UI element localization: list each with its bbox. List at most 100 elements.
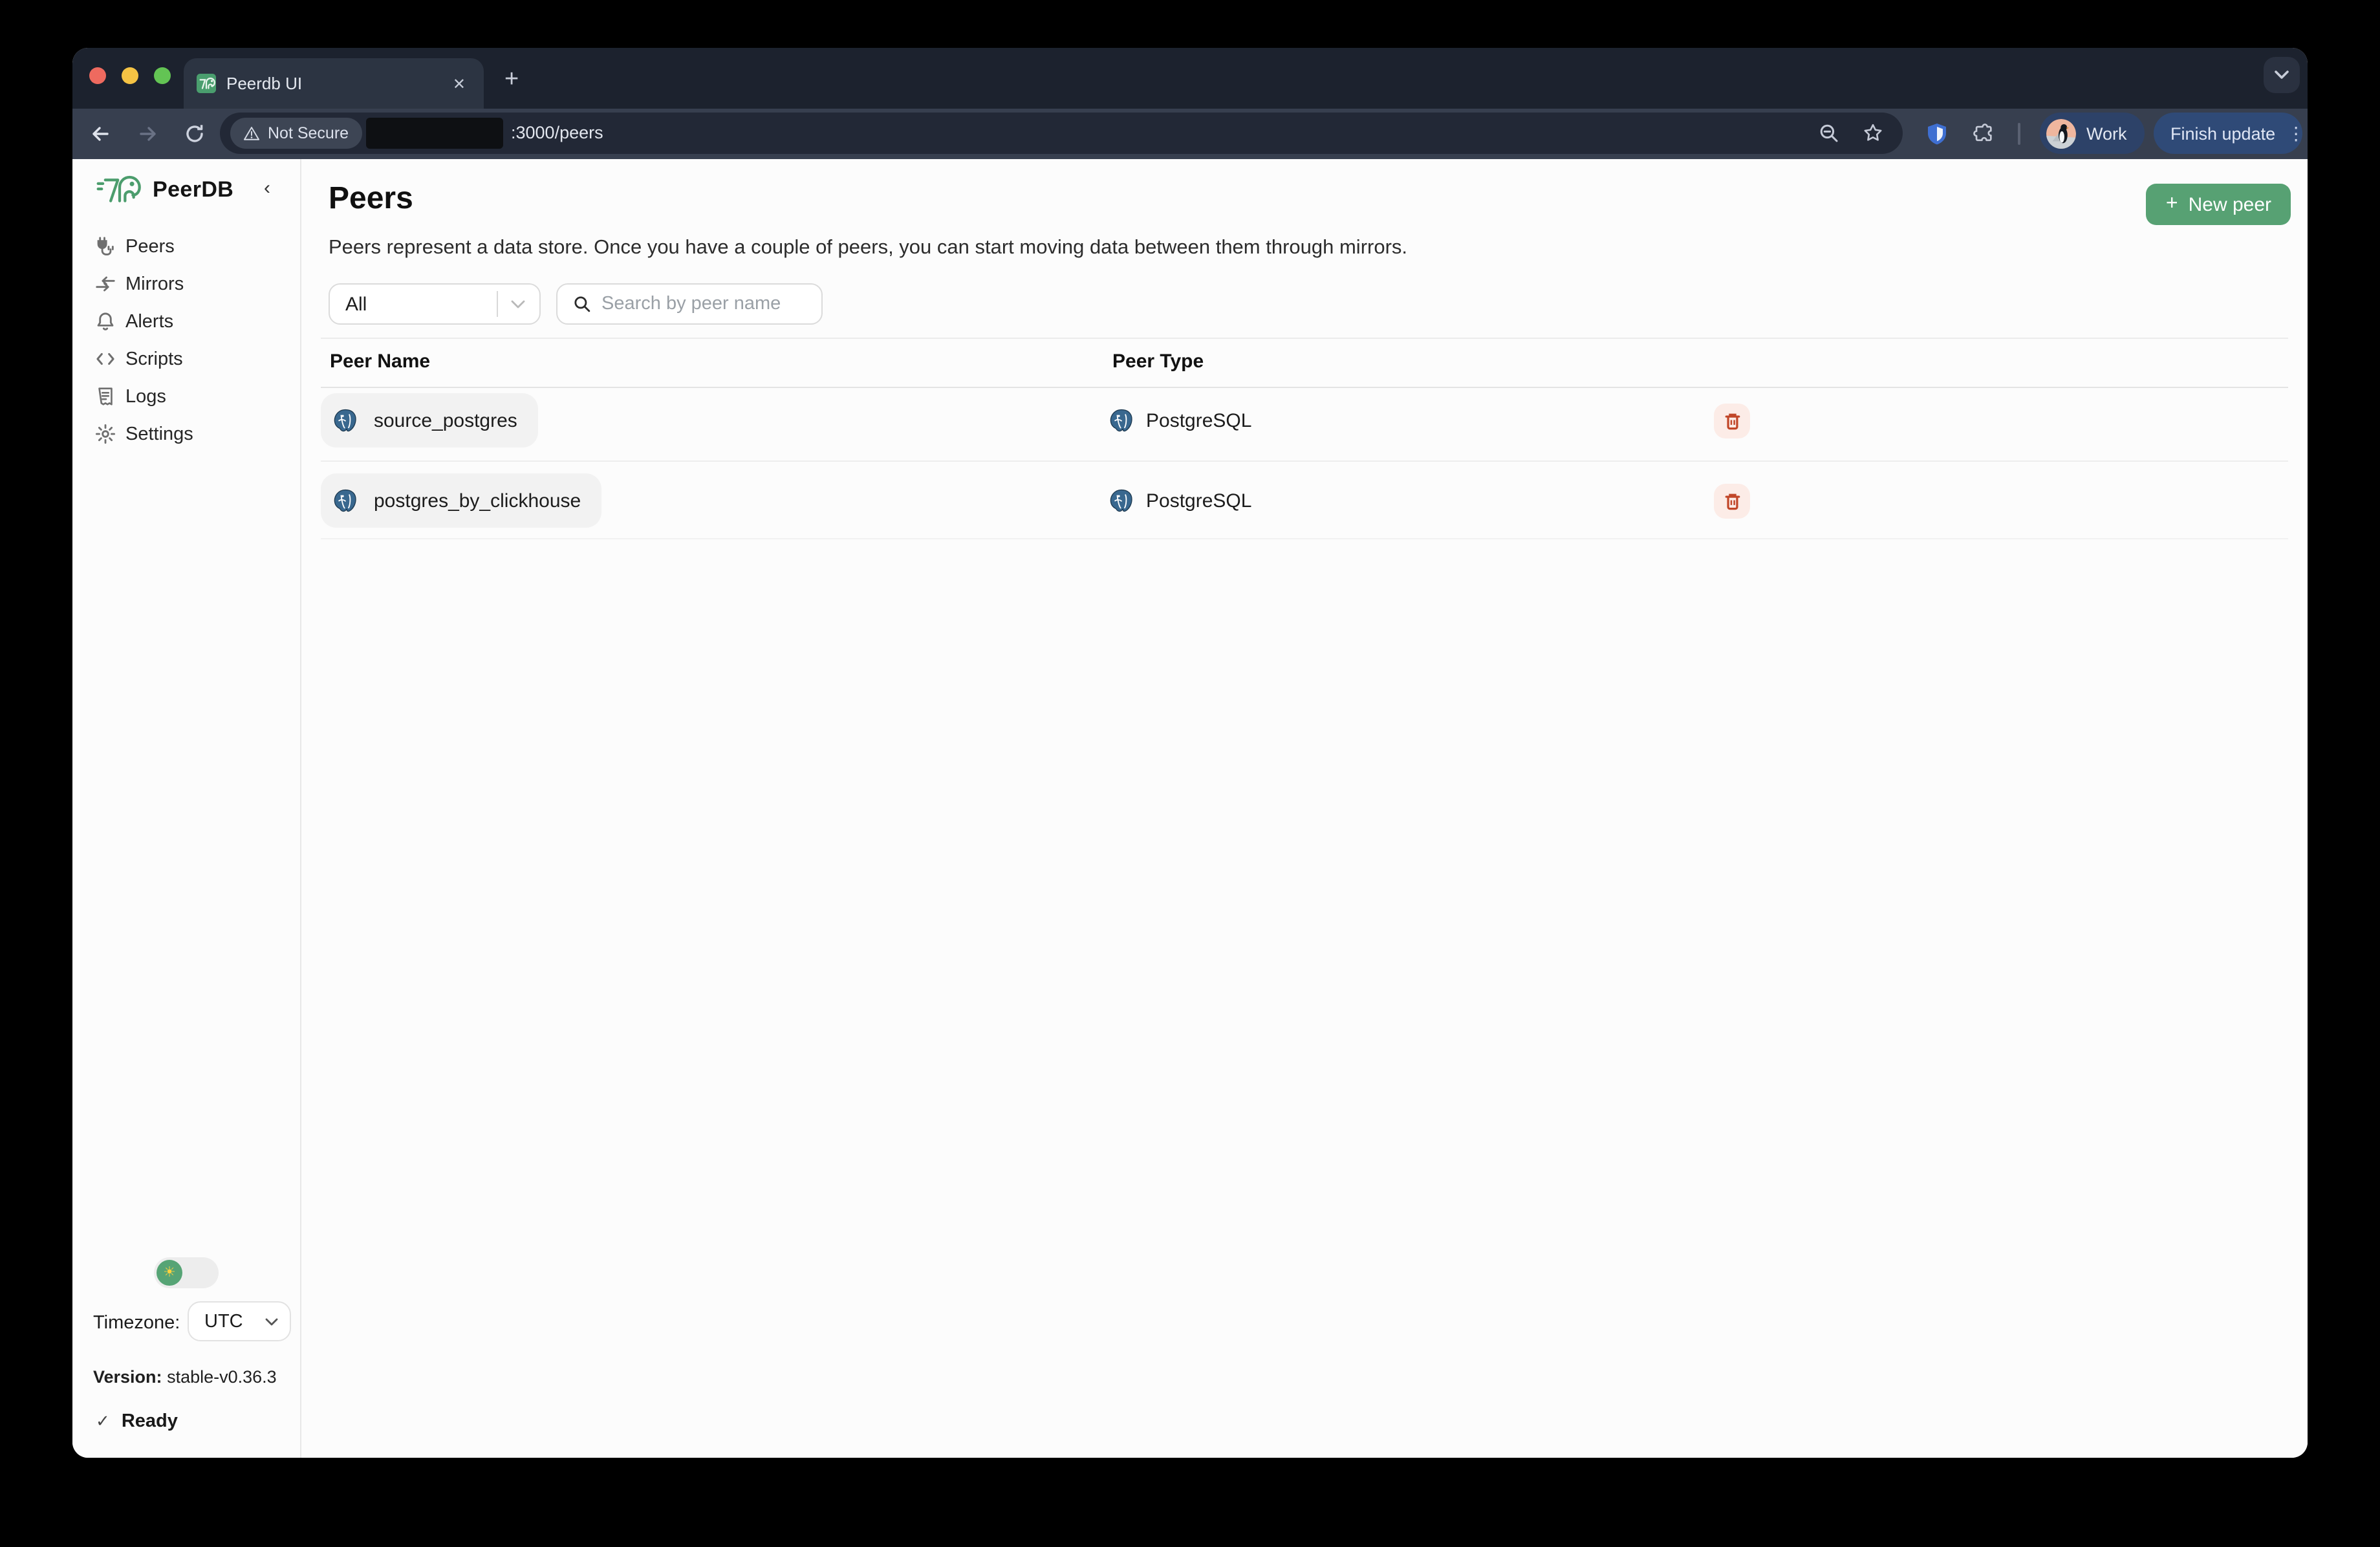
chevron-down-icon (511, 299, 525, 308)
tab-search-button[interactable] (2264, 57, 2300, 93)
delete-peer-button[interactable] (1714, 484, 1750, 519)
penguin-avatar-icon (2046, 118, 2076, 148)
divider (321, 387, 2288, 388)
theme-toggle[interactable]: ☀ (154, 1257, 219, 1288)
column-header-peer-type: Peer Type (1112, 351, 1204, 373)
peer-name: postgres_by_clickhouse (374, 490, 581, 512)
peer-type: PostgreSQL (1146, 409, 1251, 431)
filter-value: All (345, 293, 497, 315)
zoom-out-icon[interactable] (1819, 123, 1839, 144)
version-text: Version: stable-v0.36.3 (93, 1367, 277, 1387)
peer-type: PostgreSQL (1146, 490, 1251, 512)
page-description: Peers represent a data store. Once you h… (329, 237, 1407, 260)
browser-toolbar: Not Secure :3000/peers (72, 109, 2308, 159)
sidebar-item-alerts[interactable]: Alerts (72, 303, 300, 340)
profile-label: Work (2086, 124, 2127, 143)
tab-strip: Peerdb UI ✕ + (72, 48, 2308, 109)
bookmark-star-icon[interactable] (1863, 123, 1883, 144)
tab-close-icon[interactable]: ✕ (448, 72, 471, 95)
screenshot-stage: Peerdb UI ✕ + (0, 0, 2380, 1547)
version-label: Version: (93, 1367, 162, 1387)
page-title: Peers (329, 181, 413, 217)
sidebar-item-mirrors[interactable]: Mirrors (72, 265, 300, 303)
back-icon[interactable] (89, 123, 111, 145)
sidebar-item-label: Mirrors (125, 274, 184, 294)
new-peer-button[interactable]: + New peer (2147, 184, 2291, 225)
timezone-label: Timezone: (93, 1313, 180, 1334)
sidebar-item-label: Scripts (125, 349, 183, 369)
bell-icon (94, 310, 116, 332)
column-header-peer-name: Peer Name (330, 351, 430, 373)
window-controls (89, 67, 171, 84)
plug-icon (94, 235, 116, 257)
postgresql-icon (332, 407, 358, 433)
sidebar-item-logs[interactable]: Logs (72, 378, 300, 415)
peer-name: source_postgres (374, 409, 517, 431)
sun-icon: ☀ (157, 1260, 182, 1286)
search-input[interactable] (601, 294, 808, 314)
peer-type-cell: PostgreSQL (1109, 393, 1251, 448)
status-text: Ready (122, 1411, 178, 1432)
chevron-down-icon (265, 1317, 278, 1325)
peer-type-filter-select[interactable]: All (329, 283, 541, 325)
row-divider (321, 460, 2288, 462)
select-divider (497, 291, 498, 317)
extensions-puzzle-icon[interactable] (1973, 123, 1995, 145)
password-manager-shield-icon[interactable] (1927, 123, 1947, 145)
reload-icon[interactable] (184, 123, 206, 145)
postgresql-icon (332, 488, 358, 514)
postgresql-icon (1109, 407, 1134, 433)
peerdb-app: PeerDB ‹ Peers (72, 159, 2308, 1458)
sidebar-item-label: Logs (125, 386, 166, 407)
close-window-button[interactable] (89, 67, 106, 84)
mirror-arrows-icon (94, 273, 116, 295)
sidebar-item-label: Peers (125, 236, 175, 257)
warning-icon (243, 125, 260, 141)
row-divider (321, 538, 2288, 539)
minimize-window-button[interactable] (122, 67, 138, 84)
address-bar[interactable]: Not Secure :3000/peers (220, 113, 1903, 154)
trash-icon (1722, 411, 1742, 431)
security-chip-label: Not Secure (268, 124, 349, 142)
trash-icon (1722, 492, 1742, 511)
peerdb-logo-icon (96, 172, 144, 208)
sidebar-item-scripts[interactable]: Scripts (72, 340, 300, 378)
sidebar-item-label: Alerts (125, 311, 173, 332)
peer-search (556, 283, 823, 325)
divider (321, 338, 2288, 339)
sidebar-collapse-icon[interactable]: ‹ (264, 177, 270, 199)
peer-type-cell: PostgreSQL (1109, 473, 1251, 528)
new-tab-button[interactable]: + (499, 67, 524, 92)
plus-icon: + (2166, 194, 2178, 215)
delete-peer-button[interactable] (1714, 404, 1750, 438)
timezone-value: UTC (204, 1311, 265, 1332)
search-icon (573, 295, 591, 313)
toolbar-separator (2018, 123, 2020, 145)
sidebar-item-peers[interactable]: Peers (72, 228, 300, 265)
browser-tab-peerdb[interactable]: Peerdb UI ✕ (184, 58, 484, 109)
browser-window: Peerdb UI ✕ + (72, 48, 2308, 1458)
timezone-select[interactable]: UTC (188, 1301, 291, 1341)
url-text: :3000/peers (511, 113, 603, 154)
sidebar-nav: Peers Mirrors (72, 228, 300, 453)
forward-icon[interactable] (137, 123, 159, 145)
zoom-window-button[interactable] (154, 67, 171, 84)
peerdb-favicon-icon (197, 74, 216, 93)
check-icon: ✓ (96, 1411, 110, 1432)
peer-name-chip[interactable]: source_postgres (321, 393, 538, 448)
code-icon (94, 348, 116, 370)
profile-button[interactable]: Work (2040, 113, 2145, 154)
finish-update-label: Finish update (2170, 124, 2275, 143)
browser-menu-icon[interactable]: ⋮ (2287, 127, 2305, 140)
postgresql-icon (1109, 488, 1134, 514)
brand-row: PeerDB (96, 172, 233, 208)
brand-name: PeerDB (153, 177, 233, 203)
sidebar-item-settings[interactable]: Settings (72, 415, 300, 453)
sidebar: PeerDB ‹ Peers (72, 159, 301, 1458)
finish-update-button[interactable]: Finish update ⋮ (2154, 113, 2302, 154)
version-value: stable-v0.36.3 (162, 1367, 277, 1387)
tab-title: Peerdb UI (226, 74, 448, 93)
peer-name-chip[interactable]: postgres_by_clickhouse (321, 473, 601, 528)
sidebar-item-label: Settings (125, 424, 193, 444)
security-chip[interactable]: Not Secure (230, 118, 362, 149)
